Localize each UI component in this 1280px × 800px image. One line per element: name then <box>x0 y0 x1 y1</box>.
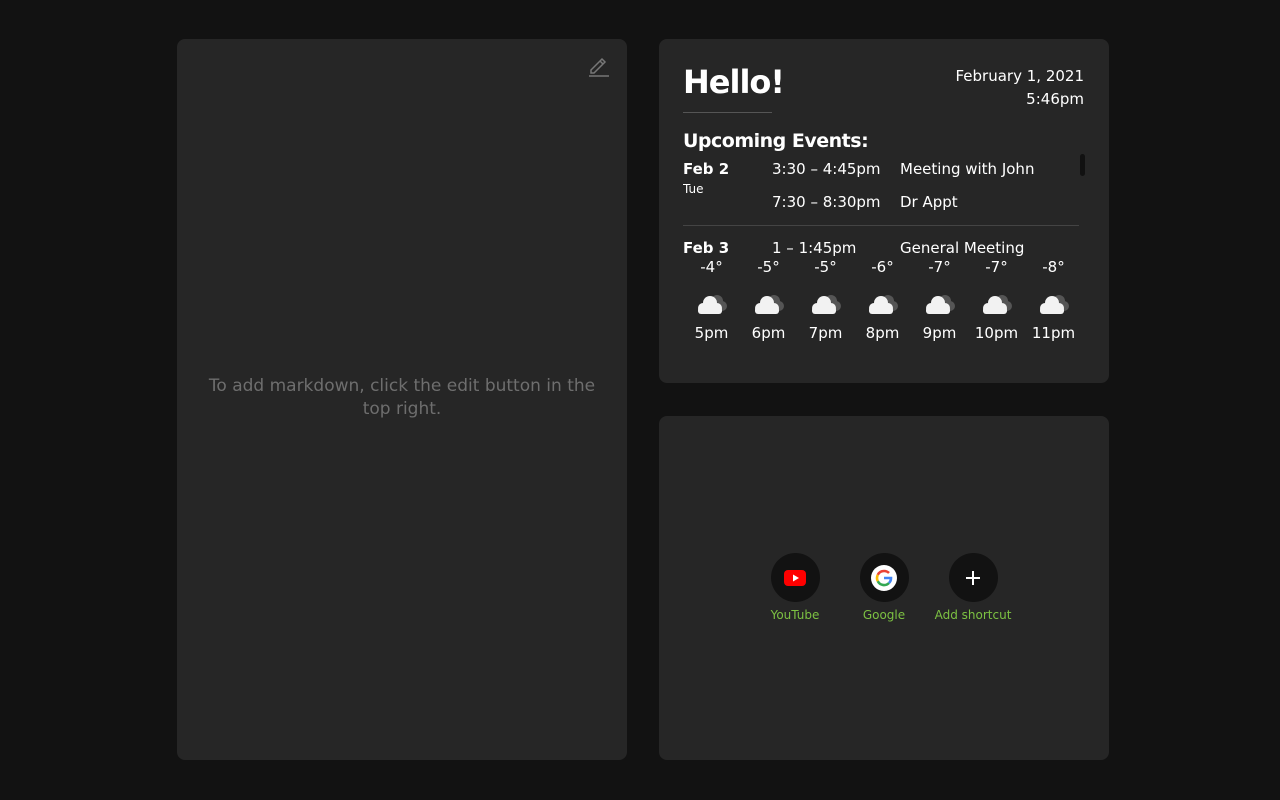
cloudy-icon <box>754 295 784 314</box>
event-weekday: Tue <box>683 182 704 196</box>
weather-hour: -5° 7pm <box>797 258 854 342</box>
cloudy-icon <box>868 295 898 314</box>
weather-hour: -4° 5pm <box>683 258 740 342</box>
event-item[interactable]: 7:30 – 8:30pm Dr Appt <box>683 190 1079 223</box>
weather-hour: -8° 11pm <box>1025 258 1082 342</box>
event-item[interactable]: 1 – 1:45pm General Meeting <box>683 236 1079 258</box>
event-time: 1 – 1:45pm <box>772 239 857 257</box>
time: 5:46pm <box>1026 90 1084 108</box>
events-title: Upcoming Events: <box>683 130 869 152</box>
event-time: 7:30 – 8:30pm <box>772 193 881 211</box>
cloudy-icon <box>982 295 1012 314</box>
weather-temp: -6° <box>871 258 894 276</box>
events-scrollbar[interactable] <box>1080 154 1085 176</box>
markdown-panel: To add markdown, click the edit button i… <box>177 39 627 760</box>
date: February 1, 2021 <box>955 67 1085 85</box>
weather-hour: -7° 10pm <box>968 258 1025 342</box>
weather-temp: -5° <box>814 258 837 276</box>
pencil-icon[interactable] <box>587 53 611 77</box>
shortcut-label: Google <box>862 608 906 622</box>
weather-temp: -8° <box>1042 258 1065 276</box>
cloudy-icon <box>1039 295 1069 314</box>
weather-hour: -7° 9pm <box>911 258 968 342</box>
info-panel: Hello! February 1, 2021 5:46pm Upcoming … <box>659 39 1109 383</box>
weather-hour-label: 8pm <box>865 324 900 342</box>
plus-icon <box>966 570 980 585</box>
weather-hour-label: 7pm <box>808 324 843 342</box>
markdown-placeholder: To add markdown, click the edit button i… <box>208 376 596 419</box>
shortcut-label: Add shortcut <box>934 608 1012 622</box>
weather-hour-label: 5pm <box>694 324 729 342</box>
greeting-title: Hello! <box>683 63 785 101</box>
event-item[interactable]: 3:30 – 4:45pm Meeting with John <box>683 157 1079 190</box>
shortcuts-panel: YouTube Google Add shortcut <box>659 416 1109 760</box>
event-date: Feb 3 <box>683 239 730 257</box>
weather-temp: -7° <box>928 258 951 276</box>
event-name: General Meeting <box>900 239 1025 257</box>
weather-hour-label: 11pm <box>1031 324 1076 342</box>
events-list[interactable]: Feb 2 Tue 3:30 – 4:45pm Meeting with John … <box>683 157 1079 258</box>
shortcut-google[interactable]: Google <box>852 553 916 622</box>
weather-hour-label: 10pm <box>974 324 1019 342</box>
weather-hour: -5° 6pm <box>740 258 797 342</box>
cloudy-icon <box>925 295 955 314</box>
weather-temp: -7° <box>985 258 1008 276</box>
event-name: Dr Appt <box>900 193 958 211</box>
cloudy-icon <box>697 295 727 314</box>
weather-hour: -6° 8pm <box>854 258 911 342</box>
weather-temp: -4° <box>700 258 723 276</box>
event-time: 3:30 – 4:45pm <box>772 160 881 178</box>
event-name: Meeting with John <box>900 160 1035 178</box>
add-shortcut-button[interactable]: Add shortcut <box>935 553 1011 622</box>
weather-temp: -5° <box>757 258 780 276</box>
event-day: Feb 2 Tue 3:30 – 4:45pm Meeting with John … <box>683 157 1079 226</box>
google-icon <box>871 564 897 591</box>
datetime: February 1, 2021 5:46pm <box>956 65 1085 111</box>
event-day: Feb 3 1 – 1:45pm General Meeting <box>683 236 1079 258</box>
shortcut-label: YouTube <box>770 608 820 622</box>
hourly-weather: -4° 5pm -5° 6pm -5° 7pm -6° 8pm -7° 9pm -7° 1… <box>683 258 1082 342</box>
event-date: Feb 2 <box>683 160 730 178</box>
weather-hour-label: 9pm <box>922 324 957 342</box>
cloudy-icon <box>811 295 841 314</box>
weather-hour-label: 6pm <box>751 324 786 342</box>
shortcut-youtube[interactable]: YouTube <box>763 553 827 622</box>
divider <box>683 112 772 113</box>
youtube-icon <box>784 569 806 586</box>
